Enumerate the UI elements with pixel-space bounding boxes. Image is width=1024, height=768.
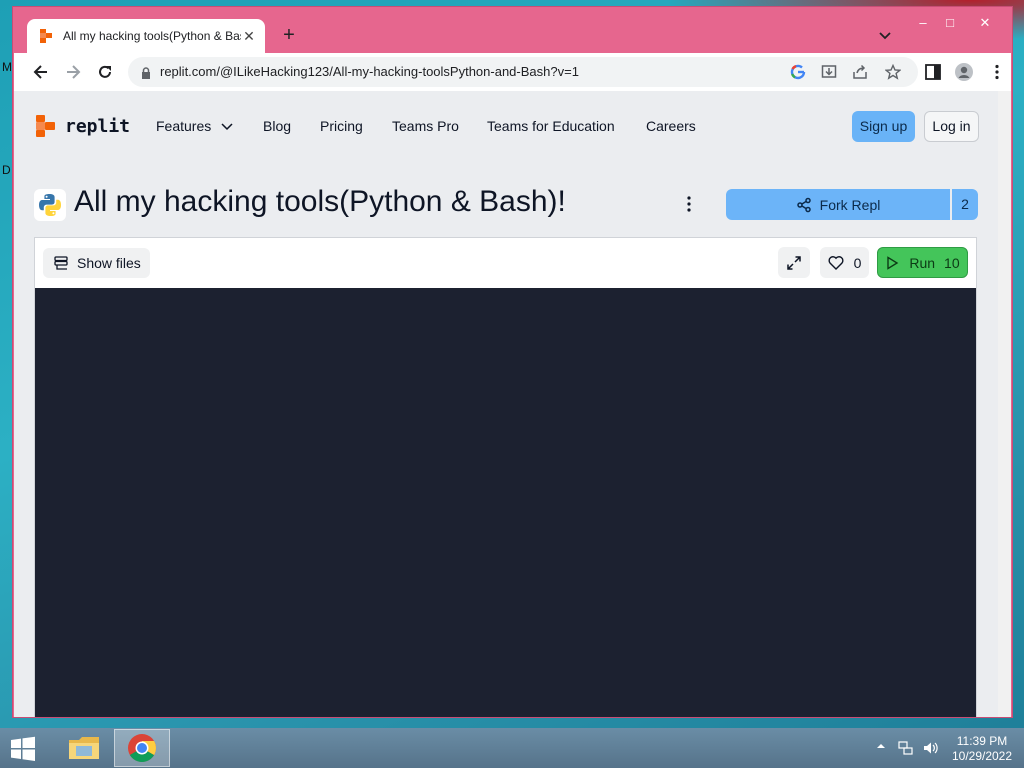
fork-icon [796, 197, 811, 212]
browser-tab[interactable]: All my hacking tools(Python & Bash)! ✕ [27, 19, 265, 53]
expand-icon[interactable] [778, 247, 810, 278]
repl-embed: Show files 0 Run 10 [34, 237, 977, 717]
logo-text: replit [65, 115, 131, 137]
repl-title: All my hacking tools(Python & Bash)! [74, 185, 566, 218]
browser-window: All my hacking tools(Python & Bash)! ✕ +… [12, 6, 1013, 718]
system-clock[interactable]: 11:39 PM 10/29/2022 [948, 734, 1016, 764]
tab-search-icon[interactable] [877, 27, 893, 43]
repl-console[interactable] [35, 288, 976, 717]
install-icon[interactable] [821, 64, 837, 80]
nav-teams-for-education[interactable]: Teams for Education [487, 118, 615, 134]
show-files-label: Show files [77, 255, 141, 271]
network-icon[interactable] [898, 740, 914, 756]
page-content: replit Features Blog Pricing Teams Pro T… [14, 91, 1011, 717]
taskbar: 11:39 PM 10/29/2022 [0, 728, 1024, 768]
url-text: replit.com/@ILikeHacking123/All-my-hacki… [160, 64, 579, 79]
play-icon [887, 255, 899, 270]
replit-favicon-icon [39, 29, 53, 43]
run-count: 10 [944, 254, 960, 271]
replit-logo-icon [36, 115, 56, 137]
tab-strip: All my hacking tools(Python & Bash)! ✕ +… [13, 7, 1012, 53]
minimize-button[interactable]: – [909, 13, 937, 33]
close-window-button[interactable]: ✕ [971, 13, 999, 33]
fork-label: Fork Repl [819, 196, 881, 213]
repl-options-icon[interactable] [680, 194, 698, 214]
share-icon[interactable] [852, 64, 868, 80]
side-panel-icon[interactable] [924, 63, 942, 81]
profile-avatar-icon[interactable] [955, 63, 973, 81]
browser-toolbar: replit.com/@ILikeHacking123/All-my-hacki… [14, 53, 1011, 91]
forward-icon[interactable] [62, 61, 84, 83]
like-button[interactable]: 0 [820, 247, 869, 278]
run-label: Run [909, 254, 936, 271]
nav-teams-pro[interactable]: Teams Pro [392, 118, 459, 134]
windows-start-icon[interactable] [8, 736, 38, 762]
run-button[interactable]: Run 10 [877, 247, 968, 278]
nav-pricing[interactable]: Pricing [320, 118, 363, 134]
chevron-down-icon [221, 123, 233, 131]
tab-title: All my hacking tools(Python & Bash)! [63, 29, 241, 43]
replit-logo[interactable]: replit [36, 115, 130, 137]
bookmark-star-icon[interactable] [884, 63, 902, 80]
repl-toolbar: Show files 0 Run 10 [35, 238, 976, 288]
log-in-button[interactable]: Log in [924, 111, 979, 142]
clock-date: 10/29/2022 [951, 749, 1013, 763]
back-icon[interactable] [30, 61, 52, 83]
volume-icon[interactable] [922, 740, 938, 756]
tray-overflow-icon[interactable] [876, 741, 892, 757]
chrome-taskbar-icon[interactable] [114, 729, 170, 767]
nav-careers[interactable]: Careers [646, 118, 696, 134]
sign-up-button[interactable]: Sign up [852, 111, 915, 142]
fork-repl-button[interactable]: Fork Repl [726, 189, 950, 220]
python-icon [34, 189, 66, 221]
maximize-button[interactable]: □ [936, 13, 964, 33]
nav-blog[interactable]: Blog [263, 118, 291, 134]
new-tab-button[interactable]: + [279, 25, 299, 45]
nav-features-label: Features [156, 118, 212, 134]
file-explorer-icon[interactable] [56, 729, 112, 767]
fork-count[interactable]: 2 [952, 189, 978, 220]
menu-kebab-icon[interactable] [988, 63, 1006, 81]
tab-close-icon[interactable]: ✕ [241, 28, 257, 44]
desktop-icon-label: D [2, 163, 11, 177]
lock-icon[interactable] [140, 66, 152, 79]
nav-features[interactable]: Features [156, 118, 233, 134]
page-scrollbar[interactable] [998, 91, 1011, 717]
google-icon[interactable] [790, 64, 806, 80]
heart-icon [828, 256, 844, 270]
show-files-button[interactable]: Show files [43, 248, 150, 278]
like-count: 0 [853, 254, 862, 271]
clock-time: 11:39 PM [956, 734, 1008, 748]
address-bar[interactable]: replit.com/@ILikeHacking123/All-my-hacki… [128, 57, 918, 87]
desktop-icon-label: M [2, 60, 12, 74]
files-icon [54, 256, 68, 270]
reload-icon[interactable] [94, 61, 116, 83]
site-header: replit Features Blog Pricing Teams Pro T… [14, 91, 998, 161]
